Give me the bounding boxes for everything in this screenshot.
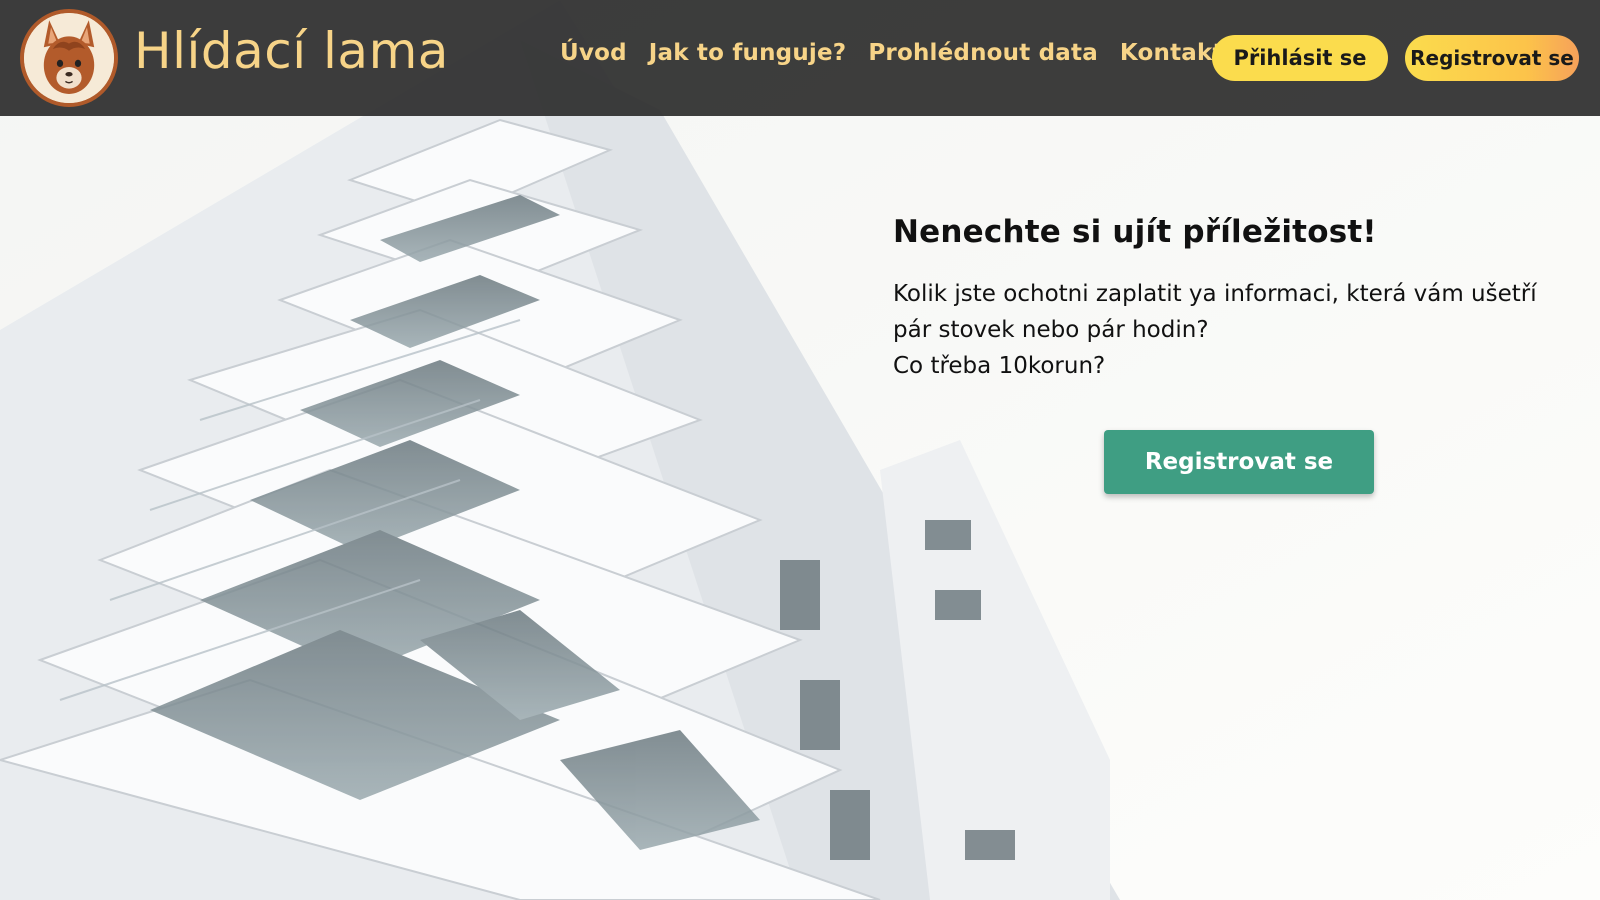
nav-item-kontakt[interactable]: Kontakt (1120, 40, 1224, 66)
hero-heading: Nenechte si ujít příležitost! (893, 214, 1377, 250)
nav-item-jak-to-funguje[interactable]: Jak to funguje? (649, 40, 847, 66)
hero-paragraph-line-2: Co třeba 10korun? (893, 353, 1106, 379)
register-cta-button[interactable]: Registrovat se (1104, 430, 1374, 494)
hero-section: Nenechte si ujít příležitost! Kolik jste… (893, 214, 1563, 384)
main-nav: Úvod Jak to funguje? Prohlédnout data Ko… (560, 40, 1224, 66)
register-button-header[interactable]: Registrovat se (1405, 35, 1579, 81)
nav-item-prohlednout-data[interactable]: Prohlédnout data (868, 40, 1098, 66)
logo[interactable] (20, 9, 118, 107)
brand-title[interactable]: Hlídací lama (134, 22, 449, 80)
login-button[interactable]: Přihlásit se (1212, 35, 1388, 81)
llama-face-icon (24, 13, 114, 103)
top-navbar: Hlídací lama Úvod Jak to funguje? Prohlé… (0, 0, 1600, 116)
nav-item-uvod[interactable]: Úvod (560, 40, 627, 66)
hero-paragraph-line-1: Kolik jste ochotni zaplatit ya informaci… (893, 281, 1537, 343)
hero-paragraph: Kolik jste ochotni zaplatit ya informaci… (893, 276, 1563, 384)
